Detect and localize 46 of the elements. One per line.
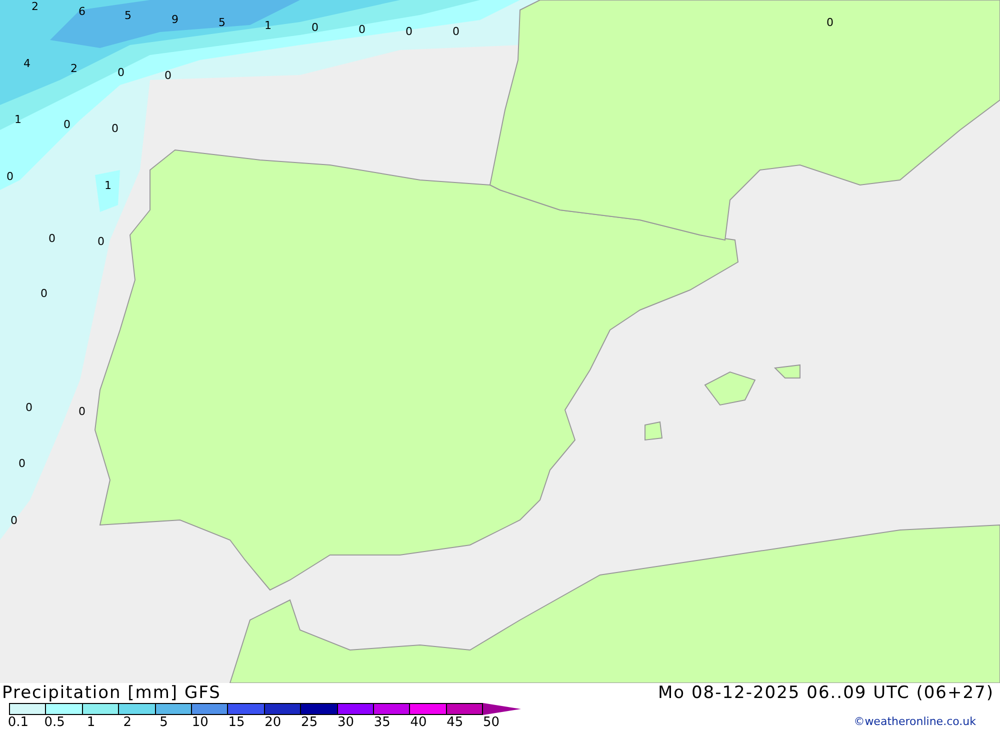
value-label: 1	[14, 113, 22, 126]
value-label: 0	[48, 232, 56, 245]
value-label: 2	[32, 0, 38, 13]
scale-tick-label: 20	[264, 715, 282, 731]
scale-tick-label: 0.1	[6, 715, 30, 731]
value-label: 0	[78, 405, 86, 418]
credit-text: ©weatheronline.co.uk	[854, 715, 976, 728]
value-label: 6	[78, 5, 86, 18]
value-label: 0	[826, 16, 834, 29]
value-label: 9	[172, 13, 178, 26]
scale-tick-label: 30	[336, 715, 355, 731]
valid-time: Mo 08-12-2025 06..09 UTC (06+27)	[658, 683, 994, 703]
value-label: 0	[10, 514, 18, 527]
scale-tick-label: 15	[227, 715, 246, 731]
value-label: 0	[406, 25, 412, 38]
value-label: 0	[26, 401, 32, 414]
value-label: 2	[70, 62, 78, 75]
chart-title: Precipitation [mm] GFS	[1, 683, 222, 703]
value-label: 5	[218, 16, 226, 29]
value-label: 0	[6, 170, 14, 183]
value-label: 5	[124, 9, 132, 22]
value-label: 0	[112, 122, 118, 135]
scale-tick-label: 35	[372, 715, 392, 731]
scale-tick-label: 10	[190, 715, 210, 731]
scale-tick-label: 5	[158, 715, 169, 731]
scale-tick-label: 45	[446, 715, 464, 731]
value-label: 0	[98, 235, 104, 248]
value-label: 0	[40, 287, 48, 300]
land-shape	[774, 364, 800, 378]
value-label: 1	[264, 19, 272, 32]
scale-tick-label: 2	[122, 715, 132, 731]
value-label: 0	[312, 21, 318, 34]
scale-tick-label: 50	[482, 715, 501, 731]
scale-tick-label: 0.5	[43, 715, 66, 731]
value-label: 4	[24, 57, 30, 70]
scale-tick-label: 40	[409, 715, 428, 731]
scale-tick-label: 1	[86, 715, 96, 731]
value-label: 0	[64, 118, 70, 131]
scale-tick-label: 25	[300, 715, 319, 731]
value-label: 0	[18, 457, 26, 470]
value-label: 0	[164, 69, 172, 82]
value-label: 0	[118, 66, 124, 79]
value-label: 0	[452, 25, 460, 38]
value-label: 0	[358, 23, 366, 36]
precipitation-area	[95, 170, 120, 212]
value-label: 1	[104, 179, 112, 192]
